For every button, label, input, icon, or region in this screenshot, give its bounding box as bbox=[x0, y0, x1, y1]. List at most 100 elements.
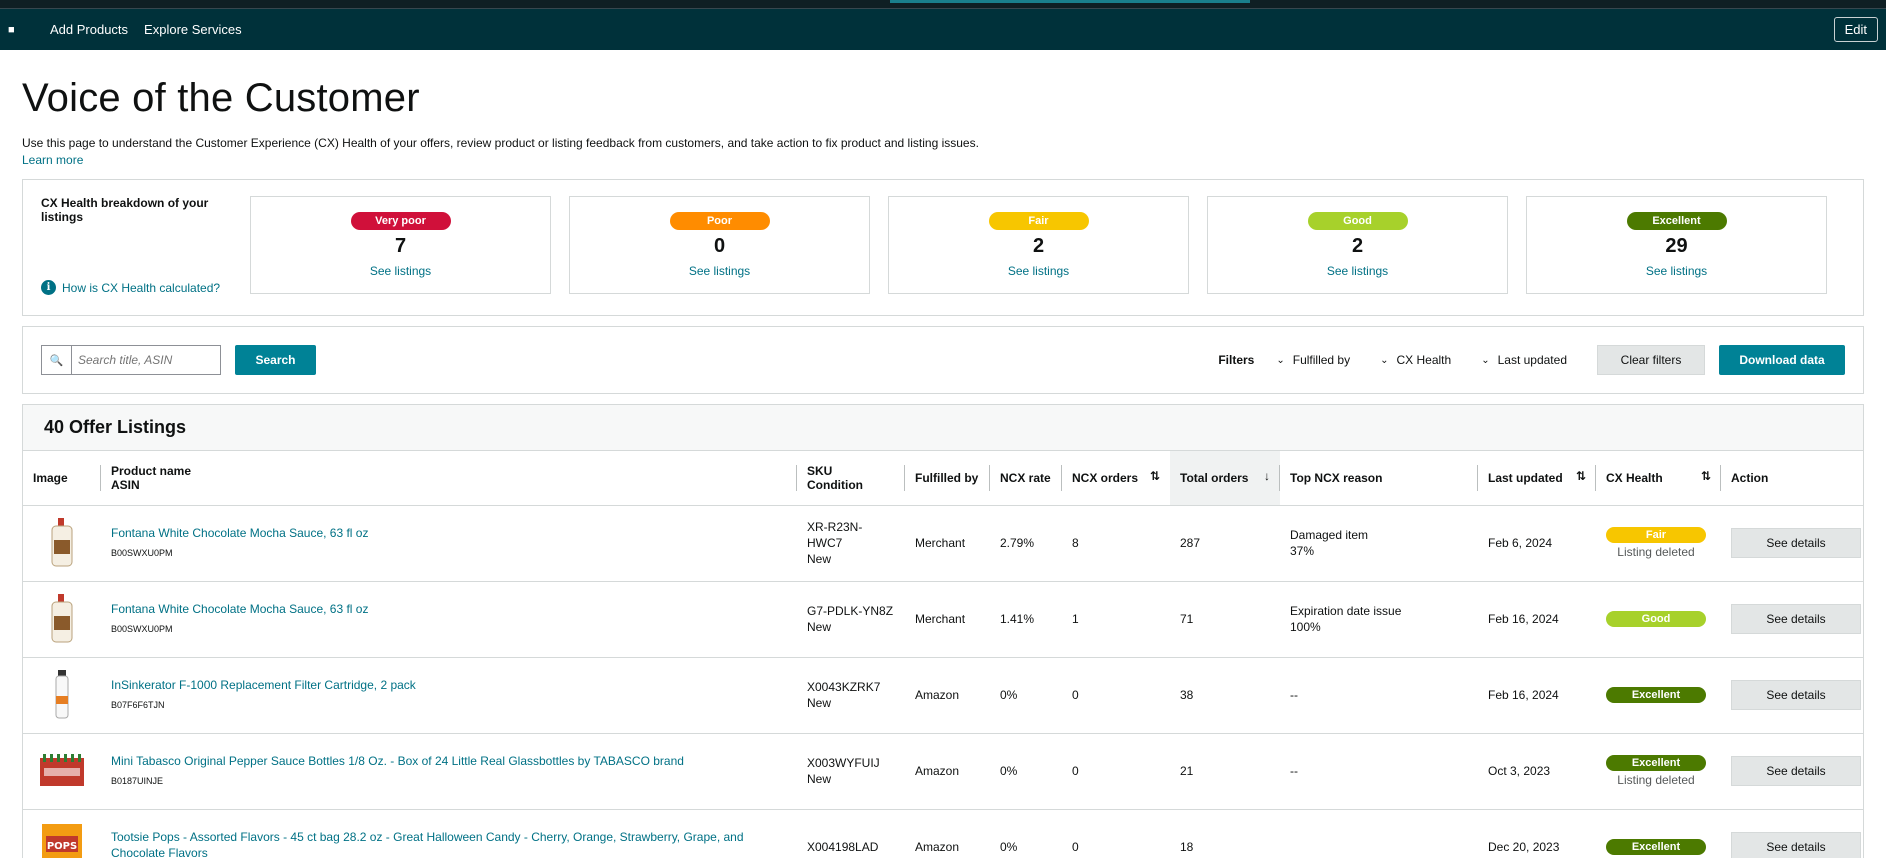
filter-updated-label: Last updated bbox=[1497, 353, 1567, 367]
col-sku: SKU Condition bbox=[797, 451, 905, 506]
health-status-note: Listing deleted bbox=[1617, 545, 1695, 559]
sort-icon[interactable]: ⇅ bbox=[1576, 469, 1586, 483]
see-details-button[interactable]: See details bbox=[1731, 604, 1861, 634]
page-title: Voice of the Customer bbox=[22, 76, 420, 120]
col-action: Action bbox=[1721, 451, 1863, 506]
cell-total-orders: 71 bbox=[1170, 581, 1280, 658]
product-image[interactable] bbox=[40, 746, 84, 796]
condition: New bbox=[807, 696, 832, 710]
how-calculated-link[interactable]: i How is CX Health calculated? bbox=[41, 280, 220, 295]
see-details-button[interactable]: See details bbox=[1731, 832, 1861, 858]
see-details-button[interactable]: See details bbox=[1731, 680, 1861, 710]
cell-ncx-rate: 1.41% bbox=[990, 581, 1062, 658]
see-listings-link[interactable]: See listings bbox=[889, 264, 1188, 278]
product-image[interactable] bbox=[40, 518, 84, 568]
cell-last-updated: Feb 6, 2024 bbox=[1478, 505, 1596, 582]
health-count: 7 bbox=[394, 235, 407, 257]
col-cx-health[interactable]: CX Health ⇅ bbox=[1596, 451, 1721, 506]
filters: Filters ⌄ Fulfilled by ⌄ CX Health ⌄ Last u… bbox=[1218, 345, 1845, 375]
cell-total-orders: 287 bbox=[1170, 505, 1280, 582]
see-listings-link[interactable]: See listings bbox=[251, 264, 550, 278]
col-ncx-orders[interactable]: NCX orders ⇅ bbox=[1062, 451, 1170, 506]
cell-image: POPS bbox=[23, 809, 101, 858]
listing-toolbar: 🔍 Search Filters ⌄ Fulfilled by ⌄ CX Healt… bbox=[22, 326, 1864, 394]
clear-filters-button[interactable]: Clear filters bbox=[1597, 345, 1705, 375]
col-last-updated[interactable]: Last updated ⇅ bbox=[1478, 451, 1596, 506]
cell-action: See details bbox=[1721, 809, 1863, 858]
search-input[interactable] bbox=[72, 346, 220, 374]
col-image: Image bbox=[23, 451, 101, 506]
reason-pct: 100% bbox=[1290, 620, 1321, 634]
table-row: Fontana White Chocolate Mocha Sauce, 63 … bbox=[23, 581, 1863, 658]
cell-fulfilled: Amazon bbox=[905, 809, 990, 858]
reason: Damaged item bbox=[1290, 528, 1369, 542]
cell-cx-health: Excellent bbox=[1596, 809, 1721, 858]
cell-sku: X0043KZRK7 New bbox=[797, 657, 905, 734]
product-name-link[interactable]: Fontana White Chocolate Mocha Sauce, 63 … bbox=[111, 525, 787, 541]
filter-fulfilled-label: Fulfilled by bbox=[1292, 353, 1351, 367]
download-data-button[interactable]: Download data bbox=[1719, 345, 1845, 375]
see-details-button[interactable]: See details bbox=[1731, 528, 1861, 558]
sort-icon[interactable]: ⇅ bbox=[1701, 469, 1711, 483]
cell-last-updated: Feb 16, 2024 bbox=[1478, 581, 1596, 658]
page-intro: Use this page to understand the Customer… bbox=[22, 135, 1864, 169]
condition: New bbox=[807, 772, 832, 786]
table-header: Image Product name ASIN SKU Condition Fulf… bbox=[23, 451, 1863, 506]
cell-top-reason: -- bbox=[1280, 733, 1478, 810]
edit-button[interactable]: Edit bbox=[1833, 17, 1878, 42]
cell-action: See details bbox=[1721, 657, 1863, 734]
nav-explore-services[interactable]: Explore Services bbox=[144, 22, 242, 37]
table-row: Mini Tabasco Original Pepper Sauce Bottl… bbox=[23, 733, 1863, 810]
filter-fulfilled-by[interactable]: ⌄ Fulfilled by bbox=[1276, 353, 1350, 367]
sort-descending-icon[interactable]: ↓ bbox=[1264, 469, 1270, 483]
col-total-orders[interactable]: Total orders ↓ bbox=[1170, 451, 1280, 506]
see-details-button[interactable]: See details bbox=[1731, 756, 1861, 786]
chevron-down-icon: ⌄ bbox=[1380, 354, 1389, 366]
cell-top-reason: -- bbox=[1280, 657, 1478, 734]
asin: B0187UINJE bbox=[111, 776, 164, 786]
filter-last-updated[interactable]: ⌄ Last updated bbox=[1481, 353, 1567, 367]
chevron-down-icon: ⌄ bbox=[1276, 354, 1285, 366]
see-listings-link[interactable]: See listings bbox=[1208, 264, 1507, 278]
search-button[interactable]: Search bbox=[235, 345, 316, 375]
health-badge: Excellent bbox=[1606, 755, 1706, 771]
product-image[interactable] bbox=[40, 670, 84, 720]
learn-more-link[interactable]: Learn more bbox=[22, 153, 83, 167]
cell-ncx-orders: 0 bbox=[1062, 733, 1170, 810]
product-image[interactable] bbox=[40, 594, 84, 644]
cell-top-reason: Damaged item 37% bbox=[1280, 505, 1478, 582]
health-status-note: Listing deleted bbox=[1617, 773, 1695, 787]
health-card: Fair 2 See listings bbox=[888, 196, 1189, 294]
cell-sku: X003WYFUIJ New bbox=[797, 733, 905, 810]
cell-fulfilled: Amazon bbox=[905, 733, 990, 810]
cell-image bbox=[23, 581, 101, 658]
col-product-name: Product name ASIN bbox=[101, 451, 797, 506]
product-name-link[interactable]: Fontana White Chocolate Mocha Sauce, 63 … bbox=[111, 601, 787, 617]
cell-sku: X004198LAD bbox=[797, 809, 905, 858]
sort-icon[interactable]: ⇅ bbox=[1150, 469, 1160, 483]
product-image[interactable]: POPS bbox=[40, 822, 84, 858]
col-ncx-rate: NCX rate bbox=[990, 451, 1062, 506]
bookmark-icon[interactable]: ■ bbox=[8, 24, 18, 36]
product-name-link[interactable]: InSinkerator F-1000 Replacement Filter C… bbox=[111, 677, 787, 693]
reason: Expiration date issue bbox=[1290, 604, 1402, 618]
see-listings-link[interactable]: See listings bbox=[1527, 264, 1826, 278]
search-icon: 🔍 bbox=[42, 346, 72, 374]
health-card: Very poor 7 See listings bbox=[250, 196, 551, 294]
filter-cx-health[interactable]: ⌄ CX Health bbox=[1380, 353, 1451, 367]
cell-ncx-orders: 8 bbox=[1062, 505, 1170, 582]
see-listings-link[interactable]: See listings bbox=[570, 264, 869, 278]
cell-cx-health: Excellent Listing deleted bbox=[1596, 733, 1721, 810]
reason: -- bbox=[1290, 764, 1298, 778]
cell-fulfilled: Merchant bbox=[905, 505, 990, 582]
cell-ncx-rate: 2.79% bbox=[990, 505, 1062, 582]
table-body: Fontana White Chocolate Mocha Sauce, 63 … bbox=[23, 505, 1863, 858]
top-strip bbox=[0, 0, 1886, 9]
nav-add-products[interactable]: Add Products bbox=[50, 22, 128, 37]
product-name-link[interactable]: Tootsie Pops - Assorted Flavors - 45 ct … bbox=[111, 829, 787, 858]
cell-ncx-orders: 0 bbox=[1062, 657, 1170, 734]
health-badge: Good bbox=[1307, 212, 1408, 230]
product-name-link[interactable]: Mini Tabasco Original Pepper Sauce Bottl… bbox=[111, 753, 787, 769]
cell-sku: G7-PDLK-YN8Z New bbox=[797, 581, 905, 658]
cell-last-updated: Oct 3, 2023 bbox=[1478, 733, 1596, 810]
